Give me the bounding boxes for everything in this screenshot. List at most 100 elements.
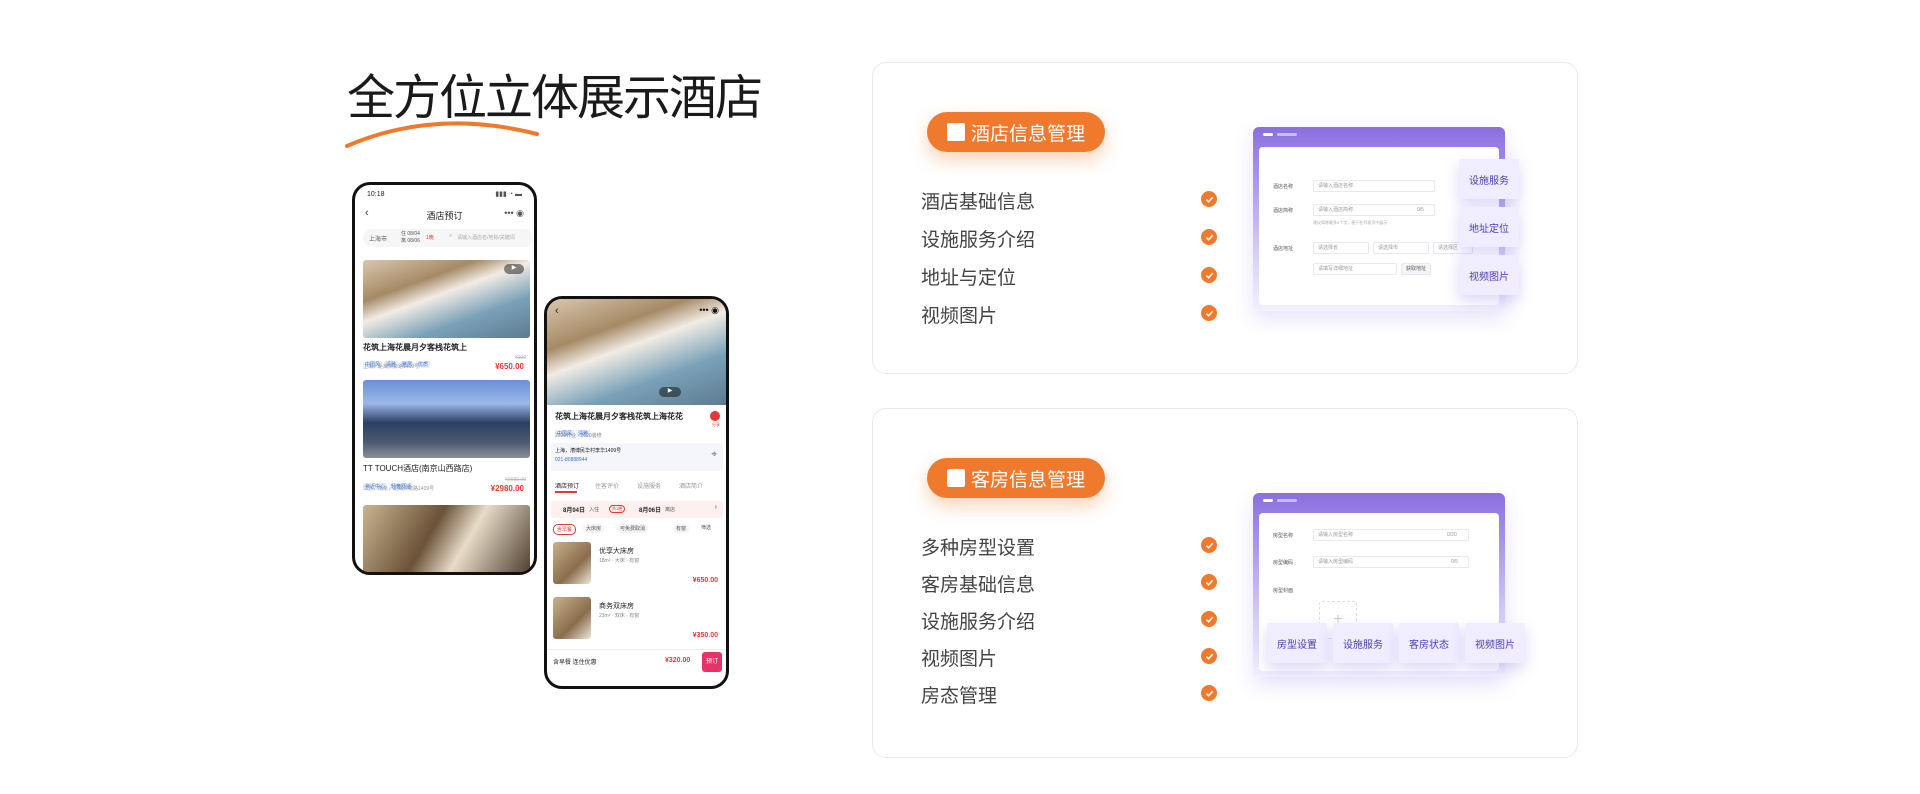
search-bar[interactable]: 上海市 住 08/04 离 08/06 1晚 ⌕ 请输入酒店名/地标/关键词 — [363, 229, 533, 247]
phone-hotel-list: 10:18 ▮▮▮ ◔ ▬ ‹ 酒店预订 ••• ◉ 上海市 住 08/04 离… — [352, 182, 537, 575]
phone-hotel-detail: ‹ ••• ◉ ▶ 花筑上海花晨月夕客栈花筑上海花花 分享 中国风 清雅 2020… — [544, 296, 729, 689]
phone-number[interactable]: 021-80888944 — [555, 457, 587, 463]
room-meta-1: 18m² · 大床 · 有窗 — [599, 558, 640, 564]
title-underline-swoosh — [345, 121, 539, 148]
hotel-address-2: 江苏，南京，距离洪泉路1409号 — [363, 486, 435, 492]
feature-text: 设施服务介绍 — [921, 230, 1036, 251]
filter-breakfast[interactable]: 含早餐 — [553, 524, 577, 535]
back-arrow-icon[interactable]: ‹ — [555, 305, 559, 317]
feature-row: 设施服务介绍 — [921, 225, 1217, 263]
room-photo-2[interactable] — [553, 597, 591, 639]
checkout-label: 离店 — [665, 507, 676, 513]
feature-row: 酒店基础信息 — [921, 187, 1217, 225]
room-name-input[interactable]: 请输入房型名称 — [1313, 529, 1469, 541]
hotel-photo-2[interactable] — [363, 380, 530, 458]
chevron-right-icon: › — [714, 504, 717, 511]
feature-text: 视频图片 — [921, 306, 998, 327]
window-dot — [1263, 133, 1273, 136]
hotel-cover-photo[interactable]: ‹ ••• ◉ ▶ — [547, 299, 726, 405]
media-chip[interactable]: 视频图片 — [1459, 255, 1519, 295]
hotel-address-1: 上海，距离洪泉路1409号 — [363, 364, 420, 370]
address-card[interactable]: 上海，漕博民华村李华1409号 021-80888944 ⌖ — [551, 443, 723, 471]
check-circle-icon — [1201, 191, 1217, 207]
nights-count: 1晚 — [426, 235, 434, 241]
price-2: ¥2980.00 — [490, 484, 524, 493]
window-dot — [1263, 499, 1273, 502]
room-type-chip[interactable]: 房型设置 — [1267, 623, 1327, 663]
price-1: ¥650.00 — [495, 362, 524, 371]
room-code-counter: 0/5 — [1451, 559, 1458, 565]
hotel-info-pill: 酒店信息管理 — [927, 112, 1106, 152]
tab-facilities[interactable]: 设施服务 — [637, 481, 661, 490]
hotel-name-1[interactable]: 花筑上海花晨月夕客栈花筑上 — [363, 342, 467, 353]
feature-text: 房态管理 — [921, 686, 998, 707]
search-input[interactable]: 请输入酒店名/地标/关键词 — [457, 234, 515, 241]
filter-more[interactable]: 筛选 — [701, 524, 711, 531]
room-code-input[interactable]: 请输入房型编码 — [1313, 556, 1469, 568]
share-label[interactable]: 分享 — [712, 422, 720, 428]
room-info-card: 客房信息管理 多种房型设置 客房基础信息 设施服务介绍 视频图片 房态管理 房型… — [872, 408, 1578, 758]
city-select[interactable]: 请选择市 — [1373, 242, 1429, 254]
location-chip[interactable]: 地址定位 — [1459, 207, 1519, 247]
check-circle-icon — [1201, 305, 1217, 321]
date-out[interactable]: 离 08/06 — [401, 237, 420, 244]
room-status-chip[interactable]: 客房状态 — [1399, 623, 1459, 663]
checkout-date[interactable]: 8月06日 — [639, 505, 661, 514]
status-time: 10:18 — [367, 191, 385, 198]
feature-row: 视频图片 — [921, 301, 1217, 339]
feature-row: 地址与定位 — [921, 263, 1217, 301]
original-price-2: ¥3980.00 — [505, 477, 526, 483]
miniapp-capsule-icon[interactable]: ••• ◉ — [699, 305, 719, 316]
label-room-code: 房型编码 — [1273, 560, 1294, 566]
hotel-photo-1[interactable]: ▶ — [363, 260, 530, 338]
filter-king[interactable]: 大床房 — [583, 524, 605, 533]
date-in[interactable]: 住 08/04 — [401, 230, 420, 237]
room-name-counter: 0/20 — [1447, 532, 1457, 538]
check-circle-icon — [1201, 537, 1217, 553]
date-range-bar[interactable]: 8月04日 入住 共1晚 8月06日 离店 › — [551, 501, 723, 518]
check-circle-icon — [1201, 574, 1217, 590]
divider — [547, 649, 726, 650]
room-facility-chip[interactable]: 设施服务 — [1333, 623, 1393, 663]
filter-window[interactable]: 有窗 — [673, 524, 690, 533]
checkin-date[interactable]: 8月04日 — [563, 505, 585, 514]
label-room-name: 房型名称 — [1273, 533, 1294, 539]
room-name-2[interactable]: 商务双床房 — [599, 601, 634, 611]
label-hotel-address: 酒店地址 — [1273, 246, 1294, 252]
feature-text: 多种房型设置 — [921, 538, 1036, 559]
room-media-chip[interactable]: 视频图片 — [1465, 623, 1525, 663]
feature-row: 客房基础信息 — [921, 570, 1217, 607]
hotel-name-2[interactable]: TT TOUCH酒店(南京山西路店) — [363, 463, 472, 474]
video-play-icon[interactable]: ▶ — [659, 387, 681, 397]
window-dot — [1277, 499, 1297, 502]
video-play-icon[interactable]: ▶ — [504, 264, 524, 274]
facility-chip[interactable]: 设施服务 — [1459, 159, 1519, 199]
book-button[interactable]: 预订 — [702, 652, 722, 672]
address-detail-input[interactable]: 请填写详细地址 — [1313, 263, 1397, 275]
search-icon: ⌕ — [449, 233, 453, 239]
tab-booking[interactable]: 酒店预订 — [555, 481, 579, 490]
room-info-pill-label: 客房信息管理 — [971, 469, 1086, 491]
share-icon[interactable] — [710, 411, 720, 421]
get-address-button[interactable]: 获取地址 — [1401, 263, 1431, 275]
miniapp-capsule-icon[interactable]: ••• ◉ — [504, 208, 524, 219]
hotel-info-pill-label: 酒店信息管理 — [971, 123, 1086, 145]
city-select[interactable]: 上海市 — [369, 234, 387, 243]
feature-text: 客房基础信息 — [921, 575, 1036, 596]
tab-reviews[interactable]: 住客评价 — [595, 481, 619, 490]
feature-row: 多种房型设置 — [921, 533, 1217, 570]
tab-active-indicator — [555, 491, 577, 493]
filter-free-cancel[interactable]: 可免费取消 — [617, 524, 649, 533]
hotel-photo-3[interactable] — [363, 505, 530, 572]
window-dot — [1277, 133, 1297, 136]
promo-price: ¥320.00 — [665, 657, 691, 664]
tab-intro[interactable]: 酒店简介 — [679, 481, 703, 490]
detail-tabs: 酒店预订 住客评价 设施服务 酒店简介 — [555, 481, 725, 495]
hotel-feature-list: 酒店基础信息 设施服务介绍 地址与定位 视频图片 — [921, 187, 1217, 339]
short-counter: 0/5 — [1417, 207, 1424, 213]
hotel-name-input[interactable]: 请输入酒店名称 — [1313, 180, 1435, 192]
location-pin-icon[interactable]: ⌖ — [711, 449, 717, 460]
province-select[interactable]: 请选择省 — [1313, 242, 1369, 254]
room-name-1[interactable]: 优享大床房 — [599, 546, 634, 556]
room-photo-1[interactable] — [553, 542, 591, 584]
